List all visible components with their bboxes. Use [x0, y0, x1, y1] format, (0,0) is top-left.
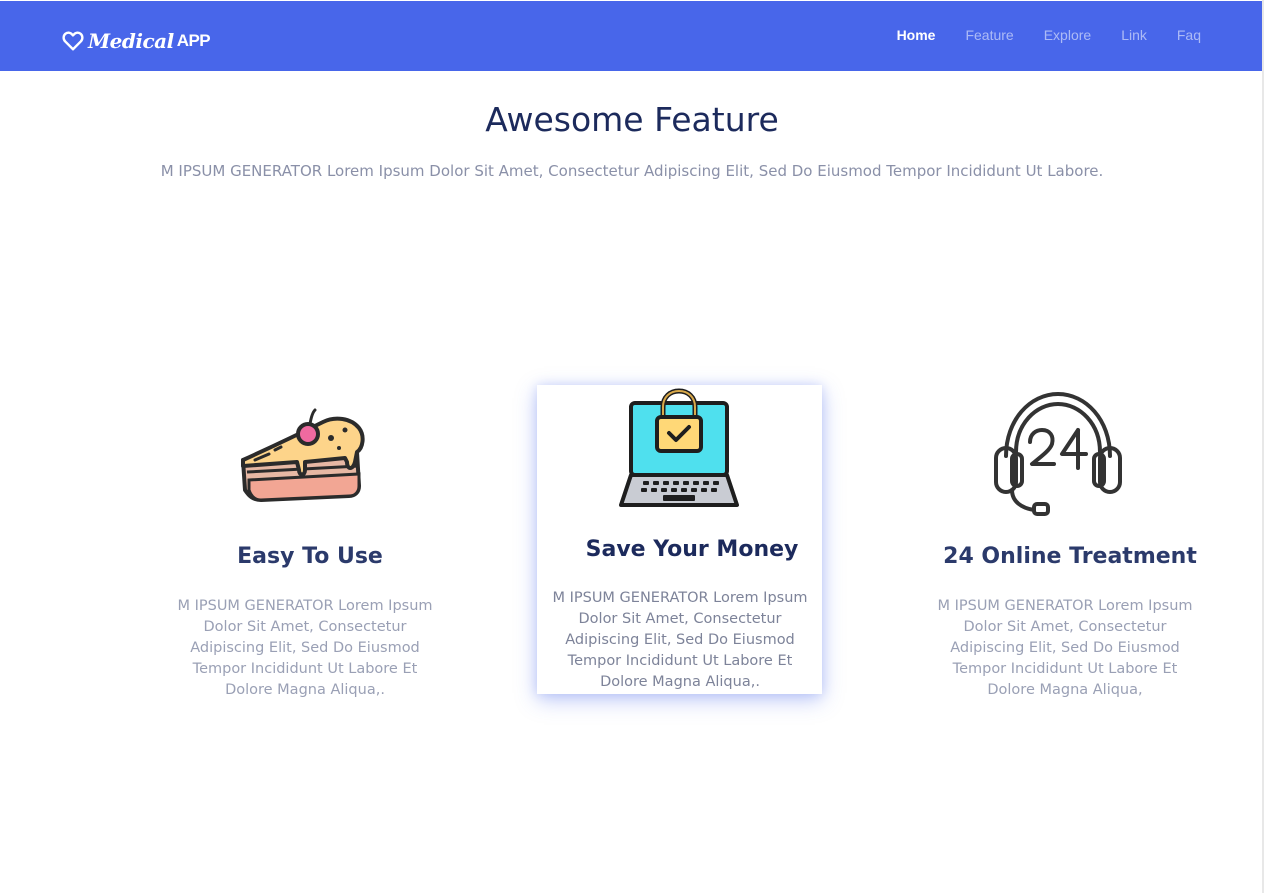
- section-title: Awesome Feature: [485, 100, 779, 139]
- feature-description: M IPSUM GENERATOR Lorem Ipsum Dolor Sit …: [937, 598, 1193, 698]
- navbar: Medical APP Home Feature Explore Link Fa…: [0, 1, 1264, 71]
- nav-menu: Home Feature Explore Link Faq: [867, 27, 1201, 43]
- feature-title: Easy To Use: [237, 544, 383, 569]
- heart-icon: [62, 30, 84, 52]
- brand-name: Medical: [88, 29, 174, 53]
- feature-card-save-your-money[interactable]: Save Your Money M IPSUM GENERATOR Lorem …: [537, 385, 822, 694]
- feature-title: 24 Online Treatment: [943, 544, 1197, 569]
- feature-description: M IPSUM GENERATOR Lorem Ipsum Dolor Sit …: [552, 590, 808, 690]
- nav-explore[interactable]: Explore: [1044, 27, 1091, 43]
- nav-faq[interactable]: Faq: [1177, 27, 1201, 43]
- brand-suffix: APP: [176, 31, 211, 50]
- section-subtitle: M IPSUM GENERATOR Lorem Ipsum Dolor Sit …: [160, 162, 1104, 180]
- headset-24-icon: [992, 390, 1124, 525]
- feature-title: Save Your Money: [585, 537, 799, 562]
- feature-card-easy-to-use: Easy To Use M IPSUM GENERATOR Lorem Ipsu…: [160, 400, 460, 698]
- feature-description: M IPSUM GENERATOR Lorem Ipsum Dolor Sit …: [177, 598, 433, 698]
- brand-logo[interactable]: Medical APP: [62, 26, 211, 56]
- nav-link[interactable]: Link: [1121, 27, 1147, 43]
- cake-slice-icon: [235, 400, 367, 510]
- nav-feature[interactable]: Feature: [965, 27, 1013, 43]
- laptop-lock-icon: [619, 387, 739, 512]
- nav-home[interactable]: Home: [897, 27, 936, 43]
